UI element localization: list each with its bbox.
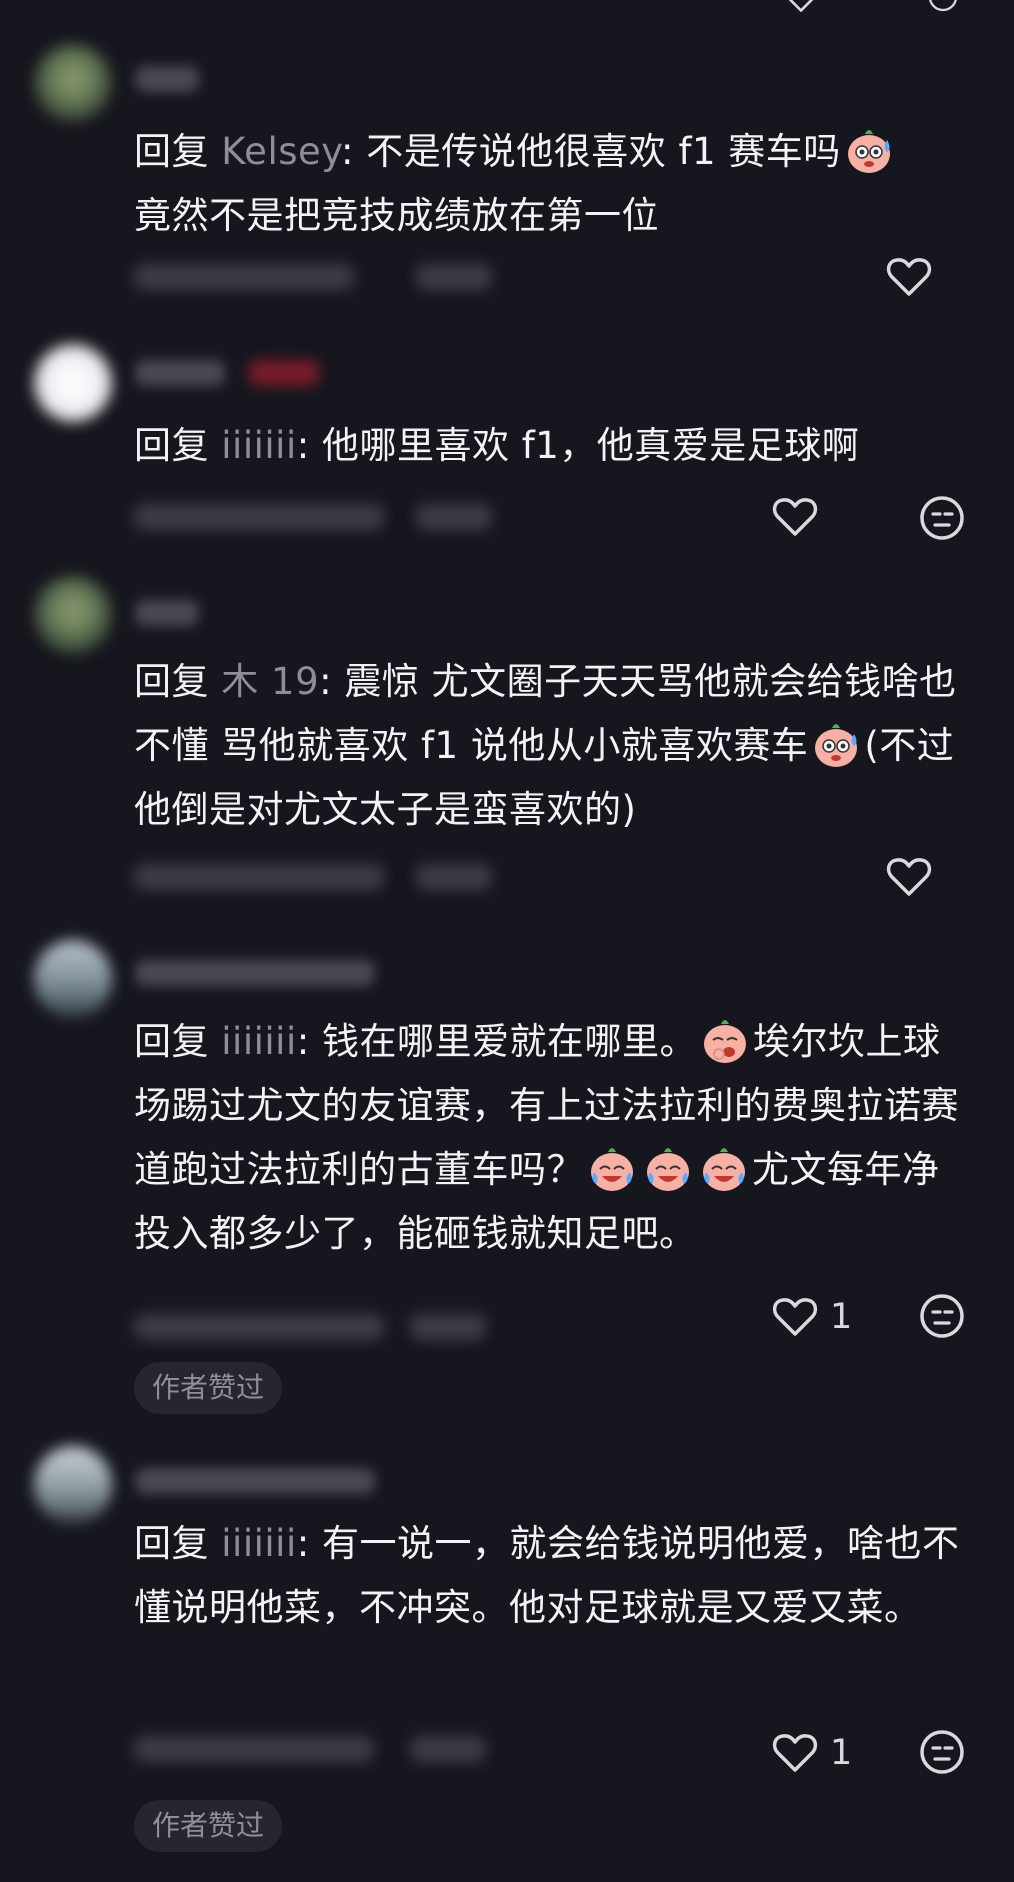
reply-target-username[interactable]: Kelsey [221, 130, 341, 173]
dislike-face-icon[interactable] [920, 0, 966, 12]
username-blurred[interactable] [135, 600, 199, 626]
heart-icon [886, 258, 932, 296]
reply-word: 回复 [134, 424, 209, 467]
dislike-face-icon [920, 1294, 964, 1338]
reply-word: 回复 [134, 660, 209, 703]
laughing-crying-face-emoji [647, 1147, 689, 1191]
comment-text-part: 他哪里喜欢 f1，他真爱是足球啊 [309, 424, 860, 467]
reply-target-username[interactable]: iiiiiii [221, 1522, 296, 1565]
reply-target-username[interactable]: iiiiiii [221, 424, 296, 467]
comment-text[interactable]: 回复 iiiiiii: 他哪里喜欢 f1，他真爱是足球啊 [134, 414, 974, 478]
like-button[interactable]: 1 [772, 1296, 852, 1338]
thinking-face-emoji [703, 1019, 746, 1063]
avatar[interactable] [34, 940, 112, 1018]
avatar[interactable] [34, 1446, 112, 1524]
comment-meta-blurred [134, 864, 384, 890]
reply-button-blurred[interactable] [410, 1314, 486, 1340]
comment-text[interactable]: 回复 木 19: 震惊 尤文圈子天天骂他就会给钱啥也不懂 骂他就喜欢 f1 说他… [134, 650, 974, 842]
heart-icon [772, 498, 818, 536]
heart-icon [886, 858, 932, 896]
reply-button-blurred[interactable] [416, 264, 492, 290]
dislike-button[interactable] [918, 1728, 966, 1776]
reply-word: 回复 [134, 130, 209, 173]
avatar[interactable] [34, 344, 112, 422]
dislike-button[interactable] [918, 1292, 966, 1340]
dislike-face-icon [920, 496, 964, 540]
username-blurred[interactable] [135, 66, 199, 92]
username-blurred[interactable] [135, 960, 375, 986]
dislike-button[interactable] [918, 494, 966, 542]
like-count: 1 [830, 1733, 853, 1773]
author-liked-badge: 作者赞过 [134, 1800, 283, 1852]
avatar[interactable] [34, 576, 112, 654]
like-button[interactable] [886, 856, 932, 898]
sweating-face-emoji [847, 129, 890, 173]
comment-text-part: 竟然不是把竞技成绩放在第一位 [134, 194, 659, 237]
like-button[interactable] [772, 496, 818, 538]
avatar[interactable] [34, 44, 112, 122]
heart-icon [772, 1298, 818, 1336]
username-blurred[interactable] [135, 1468, 375, 1494]
like-button[interactable] [886, 256, 932, 298]
comment-text[interactable]: 回复 iiiiiii: 钱在哪里爱就在哪里。 埃尔坎上球场踢过尤文的友谊赛，有上过… [134, 1010, 974, 1266]
heart-icon[interactable] [778, 0, 824, 12]
author-liked-badge: 作者赞过 [134, 1362, 283, 1414]
heart-icon [772, 1734, 818, 1772]
comment-text[interactable]: 回复 Kelsey: 不是传说他很喜欢 f1 赛车吗 竟然不是把竞技成绩放在第一… [134, 120, 974, 248]
comment-text-part: 不是传说他很喜欢 f1 赛车吗 [353, 130, 841, 173]
comment-meta-blurred [134, 1314, 384, 1340]
reply-target-username[interactable]: iiiiiii [221, 1020, 296, 1063]
comment-text-part: 钱在哪里爱就在哪里。 [309, 1020, 697, 1063]
reply-button-blurred[interactable] [416, 504, 492, 530]
laughing-crying-face-emoji [591, 1147, 633, 1191]
comment-text[interactable]: 回复 iiiiiii: 有一说一，就会给钱说明他爱，啥也不懂说明他菜，不冲突。他… [134, 1512, 974, 1640]
reply-button-blurred[interactable] [410, 1736, 486, 1762]
reply-word: 回复 [134, 1522, 209, 1565]
comment-meta-blurred [134, 1736, 374, 1762]
comment-meta-blurred [134, 504, 384, 530]
reply-target-username[interactable]: 木 19 [221, 660, 319, 703]
comment-meta-blurred [134, 264, 354, 290]
reply-word: 回复 [134, 1020, 209, 1063]
sweating-face-emoji [815, 723, 858, 767]
user-tag-blurred [249, 360, 319, 386]
username-blurred[interactable] [135, 360, 319, 386]
laughing-crying-face-emoji [703, 1147, 745, 1191]
dislike-face-icon [920, 1730, 964, 1774]
like-button[interactable]: 1 [772, 1732, 852, 1774]
like-count: 1 [830, 1297, 853, 1337]
previous-comment-actions [0, 0, 1014, 12]
reply-button-blurred[interactable] [416, 864, 492, 890]
